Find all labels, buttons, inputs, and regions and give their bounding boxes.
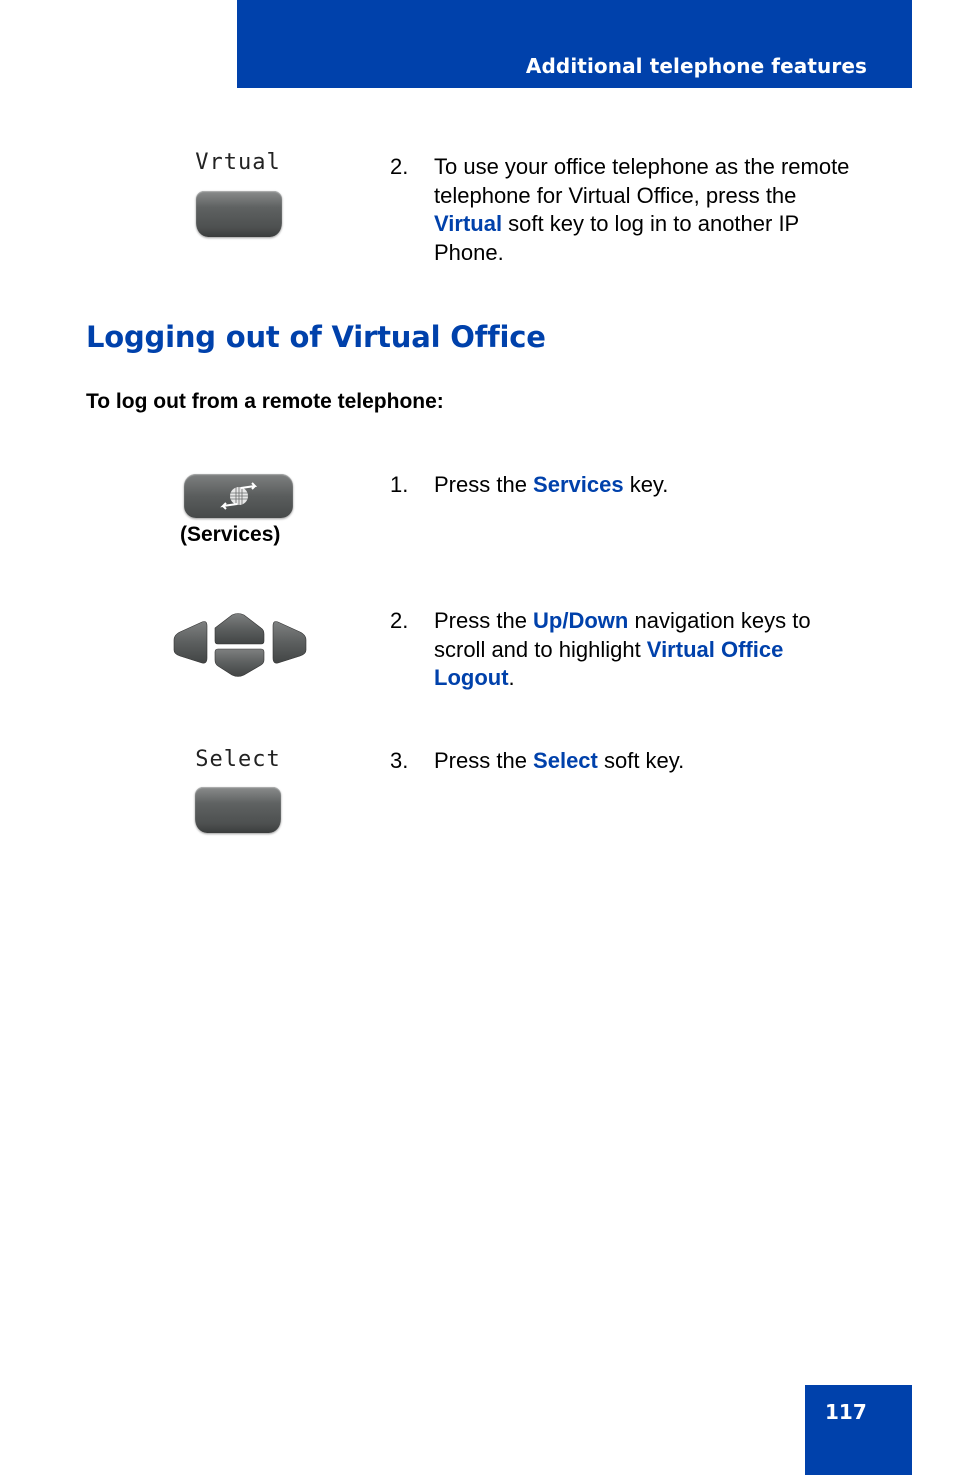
step-text-segment: Press the <box>434 748 534 773</box>
section-title: Logging out of Virtual Office <box>86 320 546 354</box>
services-globe-arrows-icon <box>220 482 258 510</box>
highlighted-term: Up/Down <box>533 608 629 633</box>
step-number: 3. <box>390 748 409 773</box>
navigation-keys <box>173 613 307 677</box>
lcd-label-virtual: Vrtual <box>195 150 281 175</box>
step-text-segment: Press the <box>434 608 534 633</box>
step-number: 2. <box>390 154 409 179</box>
lcd-label-select: Select <box>195 747 281 772</box>
section-intro: To log out from a remote telephone: <box>86 390 444 413</box>
virtual-soft-key[interactable] <box>196 191 282 237</box>
header-bar: Additional telephone features <box>237 0 912 88</box>
nav-right-key[interactable] <box>272 621 307 664</box>
step-number: 1. <box>390 472 409 497</box>
step-text: Press the Up/Down navigation keys to scr… <box>434 607 860 693</box>
step-text-segment: soft key. <box>597 748 685 773</box>
step-2: 2. Press the Up/Down navigation keys to … <box>390 607 860 693</box>
step-text-segment: To use your office telephone as the remo… <box>434 154 850 208</box>
highlighted-term: Virtual <box>434 211 503 236</box>
nav-up-key[interactable] <box>214 613 265 645</box>
step-text-segment: Press the <box>434 472 534 497</box>
services-caption: (Services) <box>180 523 281 546</box>
highlighted-term: Services <box>533 472 624 497</box>
step-1: 1. Press the Services key. <box>390 471 860 500</box>
services-key[interactable] <box>184 474 293 518</box>
step-text: To use your office telephone as the remo… <box>434 153 860 267</box>
nav-down-key[interactable] <box>214 648 265 677</box>
highlighted-term: Select <box>533 748 598 773</box>
nav-left-key[interactable] <box>173 621 208 664</box>
top-step: 2. To use your office telephone as the r… <box>390 153 860 267</box>
step-3: 3. Press the Select soft key. <box>390 747 860 776</box>
step-text: Press the Services key. <box>434 471 860 500</box>
step-text-segment: . <box>508 665 515 690</box>
step-text-segment: key. <box>623 472 669 497</box>
step-number: 2. <box>390 608 409 633</box>
header-title: Additional telephone features <box>525 54 867 78</box>
select-soft-key[interactable] <box>195 787 281 833</box>
page-number: 117 <box>825 1400 867 1424</box>
step-text: Press the Select soft key. <box>434 747 860 776</box>
page-number-box: 117 <box>805 1385 912 1475</box>
